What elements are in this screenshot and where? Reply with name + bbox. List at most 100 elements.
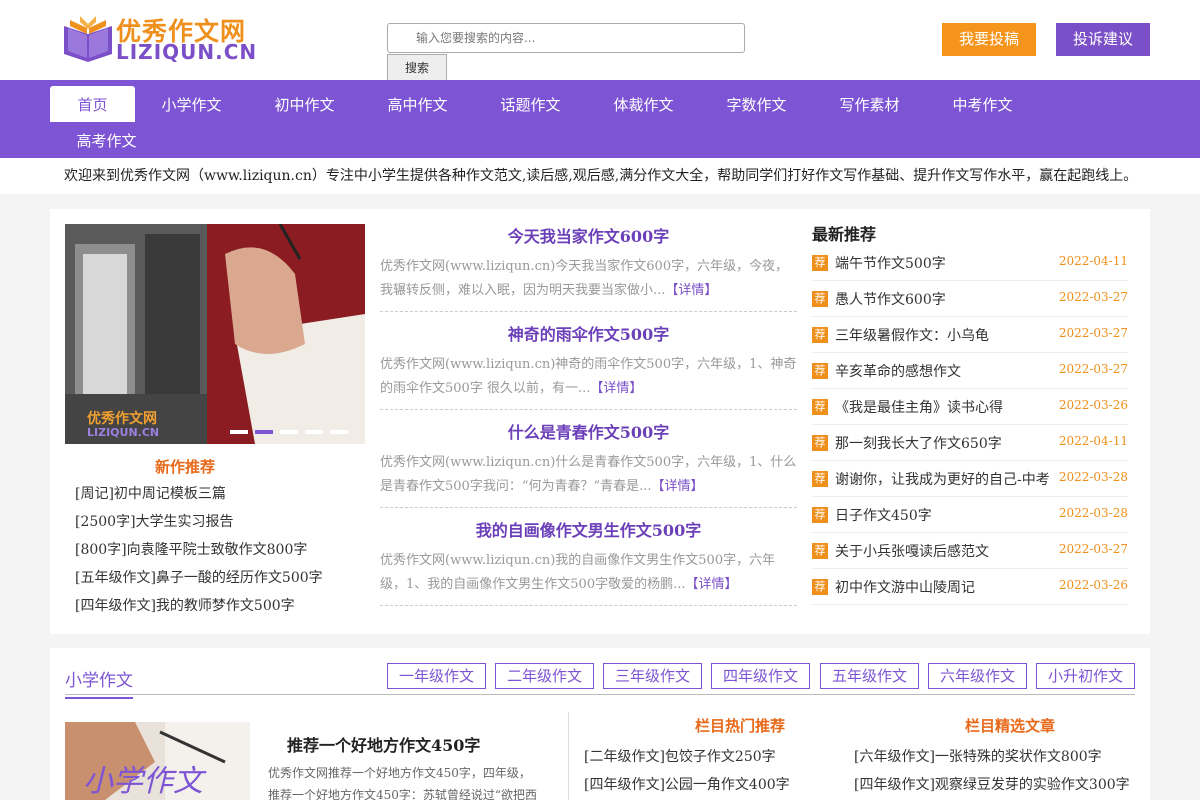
latest-item-title[interactable]: 三年级暑假作文：小乌龟 <box>835 325 989 345</box>
article-more-link[interactable]: 【详情】 <box>652 479 704 494</box>
latest-item-date: 2022-03-28 <box>1058 506 1128 520</box>
hot-column-title: 栏目热门推荐 <box>694 717 785 735</box>
latest-item-date: 2022-03-26 <box>1058 578 1128 592</box>
new-recommend-item[interactable]: [2500字]大学生实习报告 <box>75 511 234 531</box>
book-logo-icon <box>64 16 112 62</box>
latest-item-title[interactable]: 《我是最佳主角》读书心得 <box>835 397 1003 417</box>
latest-item[interactable]: 荐辛亥革命的感想作文 2022-03-27 <box>812 353 1128 389</box>
complaint-button[interactable]: 投诉建议 <box>1056 23 1150 56</box>
nav-item-primary[interactable]: 小学作文 <box>149 86 234 122</box>
grade-tab[interactable]: 小升初作文 <box>1036 663 1135 689</box>
nav-item-home[interactable]: 首页 <box>50 86 135 122</box>
latest-item-title[interactable]: 谢谢你，让我成为更好的自己-中考 <box>835 469 1050 489</box>
grade-tab[interactable]: 二年级作文 <box>495 663 594 689</box>
latest-item[interactable]: 荐那一刻我长大了作文650字 2022-04-11 <box>812 425 1128 461</box>
latest-item-date: 2022-03-27 <box>1058 290 1128 304</box>
latest-item-title[interactable]: 初中作文游中山陵周记 <box>835 577 975 597</box>
article-title[interactable]: 今天我当家作文600字 <box>380 223 797 247</box>
nav-item-junior[interactable]: 初中作文 <box>262 86 347 122</box>
latest-item[interactable]: 荐《我是最佳主角》读书心得 2022-03-26 <box>812 389 1128 425</box>
latest-item-title[interactable]: 愚人节作文600字 <box>835 289 946 309</box>
article-desc: 优秀作文网(www.liziqun.cn)什么是青春作文500字，六年级，1、什… <box>380 455 797 494</box>
new-recommend-item[interactable]: [周记]初中周记模板三篇 <box>75 483 226 503</box>
slide-dot-active[interactable] <box>255 430 273 434</box>
latest-item-title[interactable]: 那一刻我长大了作文650字 <box>835 433 1002 453</box>
hot-item[interactable]: [四年级作文]公园一角作文400字 <box>584 774 790 794</box>
article-more-link[interactable]: 【详情】 <box>590 381 642 396</box>
section-divider <box>65 694 1135 695</box>
recommend-tag: 荐 <box>812 327 828 343</box>
welcome-banner: 欢迎来到优秀作文网（www.liziqun.cn）专注中小学生提供各种作文范文,… <box>0 158 1200 194</box>
divider <box>380 311 797 312</box>
new-recommend-item[interactable]: [五年级作文]鼻子一酸的经历作文500字 <box>75 567 323 587</box>
latest-item-title[interactable]: 关于小兵张嘎读后感范文 <box>835 541 989 561</box>
featured-panel: 优秀作文网 LIZIQUN.CN 新作推荐 [周记]初中周记模板三篇 [2500… <box>50 209 1150 634</box>
grade-tab[interactable]: 一年级作文 <box>387 663 486 689</box>
column-divider <box>568 712 569 800</box>
latest-item[interactable]: 荐关于小兵张嘎读后感范文 2022-03-27 <box>812 533 1128 569</box>
article-title[interactable]: 我的自画像作文男生作文500字 <box>380 517 797 541</box>
grade-tab[interactable]: 五年级作文 <box>820 663 919 689</box>
latest-item-date: 2022-03-26 <box>1058 398 1128 412</box>
section-thumbnail[interactable]: 小学作文 <box>65 722 250 800</box>
nav-item-wordcount[interactable]: 字数作文 <box>714 86 799 122</box>
pick-column-title: 栏目精选文章 <box>964 717 1055 735</box>
article-desc: 优秀作文网(www.liziqun.cn)今天我当家作文600字，六年级，今夜，… <box>380 259 789 298</box>
pick-item[interactable]: [四年级作文]观察绿豆发芽的实验作文300字 <box>854 774 1130 794</box>
slide-dot[interactable] <box>230 430 248 434</box>
article-summary: 优秀作文网(www.liziqun.cn)今天我当家作文600字，六年级，今夜，… <box>380 255 797 305</box>
article-summary: 优秀作文网(www.liziqun.cn)什么是青春作文500字，六年级，1、什… <box>380 451 797 501</box>
primary-school-section: 小学作文 一年级作文 二年级作文 三年级作文 四年级作文 五年级作文 六年级作文… <box>50 648 1150 800</box>
nav-item-material[interactable]: 写作素材 <box>827 86 912 122</box>
search-button[interactable]: 搜索 <box>387 54 447 83</box>
featured-article-title[interactable]: 推荐一个好地方作文450字 <box>287 732 480 756</box>
latest-item-date: 2022-04-11 <box>1058 434 1128 448</box>
article-card: 今天我当家作文600字 优秀作文网(www.liziqun.cn)今天我当家作文… <box>380 223 797 305</box>
latest-item[interactable]: 荐初中作文游中山陵周记 2022-03-26 <box>812 569 1128 605</box>
slide-dot[interactable] <box>305 430 323 434</box>
latest-item-date: 2022-03-28 <box>1058 470 1128 484</box>
slide-dot[interactable] <box>280 430 298 434</box>
article-card: 神奇的雨伞作文500字 优秀作文网(www.liziqun.cn)神奇的雨伞作文… <box>380 321 797 403</box>
latest-item[interactable]: 荐谢谢你，让我成为更好的自己-中考 2022-03-28 <box>812 461 1128 497</box>
grade-tab[interactable]: 三年级作文 <box>603 663 702 689</box>
slideshow[interactable]: 优秀作文网 LIZIQUN.CN <box>65 224 365 444</box>
article-card: 什么是青春作文500字 优秀作文网(www.liziqun.cn)什么是青春作文… <box>380 419 797 501</box>
article-title[interactable]: 神奇的雨伞作文500字 <box>380 321 797 345</box>
grade-tab[interactable]: 四年级作文 <box>711 663 810 689</box>
new-recommend-item[interactable]: [800字]向袁隆平院士致敬作文800字 <box>75 539 307 559</box>
latest-item-date: 2022-03-27 <box>1058 362 1128 376</box>
nav-item-senior[interactable]: 高中作文 <box>375 86 460 122</box>
recommend-tag: 荐 <box>812 507 828 523</box>
site-logo[interactable]: 优秀作文网 LIZIQUN.CN <box>60 12 270 68</box>
article-more-link[interactable]: 【详情】 <box>665 283 717 298</box>
latest-item-title[interactable]: 端午节作文500字 <box>835 253 946 273</box>
thumbnail-caption: 小学作文 <box>83 764 203 799</box>
latest-item[interactable]: 荐端午节作文500字 2022-04-11 <box>812 245 1128 281</box>
nav-item-zhongkao[interactable]: 中考作文 <box>940 86 1025 122</box>
hot-item[interactable]: [二年级作文]包饺子作文250字 <box>584 746 776 766</box>
nav-item-gaokao[interactable]: 高考作文 <box>64 122 149 158</box>
latest-item-title[interactable]: 日子作文450字 <box>835 505 932 525</box>
slide-logo-en: LIZIQUN.CN <box>87 426 160 439</box>
divider <box>380 409 797 410</box>
main-nav: 首页 小学作文 初中作文 高中作文 话题作文 体裁作文 字数作文 写作素材 中考… <box>0 80 1200 158</box>
latest-title: 最新推荐 <box>812 225 877 244</box>
article-summary: 优秀作文网(www.liziqun.cn)我的自画像作文男生作文500字，六年级… <box>380 549 797 599</box>
recommend-tag: 荐 <box>812 471 828 487</box>
article-title[interactable]: 什么是青春作文500字 <box>380 419 797 443</box>
nav-item-topic[interactable]: 话题作文 <box>488 86 573 122</box>
new-recommend-item[interactable]: [四年级作文]我的教师梦作文500字 <box>75 595 295 615</box>
submit-article-button[interactable]: 我要投稿 <box>942 23 1036 56</box>
pick-item[interactable]: [六年级作文]一张特殊的奖状作文800字 <box>854 746 1102 766</box>
nav-item-genre[interactable]: 体裁作文 <box>601 86 686 122</box>
grade-tab[interactable]: 六年级作文 <box>928 663 1027 689</box>
search-input[interactable] <box>387 23 745 53</box>
latest-item[interactable]: 荐愚人节作文600字 2022-03-27 <box>812 281 1128 317</box>
recommend-tag: 荐 <box>812 543 828 559</box>
latest-item-title[interactable]: 辛亥革命的感想作文 <box>835 361 961 381</box>
slide-dot[interactable] <box>330 430 348 434</box>
latest-item[interactable]: 荐三年级暑假作文：小乌龟 2022-03-27 <box>812 317 1128 353</box>
latest-item[interactable]: 荐日子作文450字 2022-03-28 <box>812 497 1128 533</box>
article-more-link[interactable]: 【详情】 <box>685 577 737 592</box>
